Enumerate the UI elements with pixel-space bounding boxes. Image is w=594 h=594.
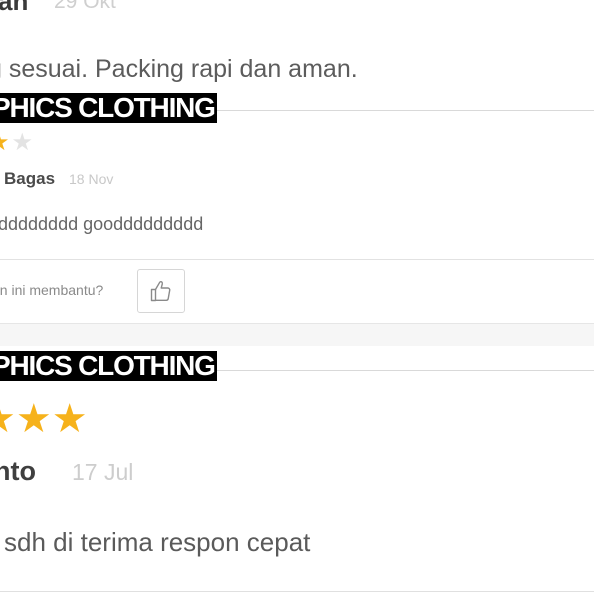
store-label: PHICS CLOTHING bbox=[0, 351, 217, 381]
review-date: 17 Jul bbox=[72, 459, 134, 485]
review-text: g sesuai. Packing rapi dan aman. bbox=[0, 55, 358, 83]
star-filled-icon: ★ bbox=[0, 129, 12, 156]
divider bbox=[0, 591, 594, 592]
helpful-prompt: an ini membantu? bbox=[0, 282, 104, 298]
review-date: 18 Nov bbox=[69, 171, 114, 187]
reviewer-name: Bagas bbox=[4, 169, 56, 188]
star-empty-icon: ★ bbox=[11, 129, 36, 156]
star-filled-icon: ★ bbox=[0, 397, 16, 441]
divider bbox=[0, 259, 594, 260]
thumbs-up-icon bbox=[150, 280, 171, 302]
reviewer-name: an bbox=[0, 0, 29, 16]
review-text: dddddddd gooddddddddd bbox=[0, 214, 204, 234]
review-date: 29 Okt bbox=[54, 0, 116, 13]
section-gap bbox=[0, 324, 594, 346]
helpful-like-button[interactable] bbox=[137, 269, 185, 313]
star-rating: ★★★ bbox=[0, 396, 88, 442]
store-label: PHICS CLOTHING bbox=[0, 93, 217, 123]
review-text: sdh di terima respon cepat bbox=[4, 527, 311, 557]
star-filled-icon: ★ bbox=[15, 397, 52, 441]
star-filled-icon: ★ bbox=[51, 397, 88, 441]
reviewer-name: nto bbox=[0, 456, 36, 486]
star-rating: ★★ bbox=[0, 128, 35, 157]
